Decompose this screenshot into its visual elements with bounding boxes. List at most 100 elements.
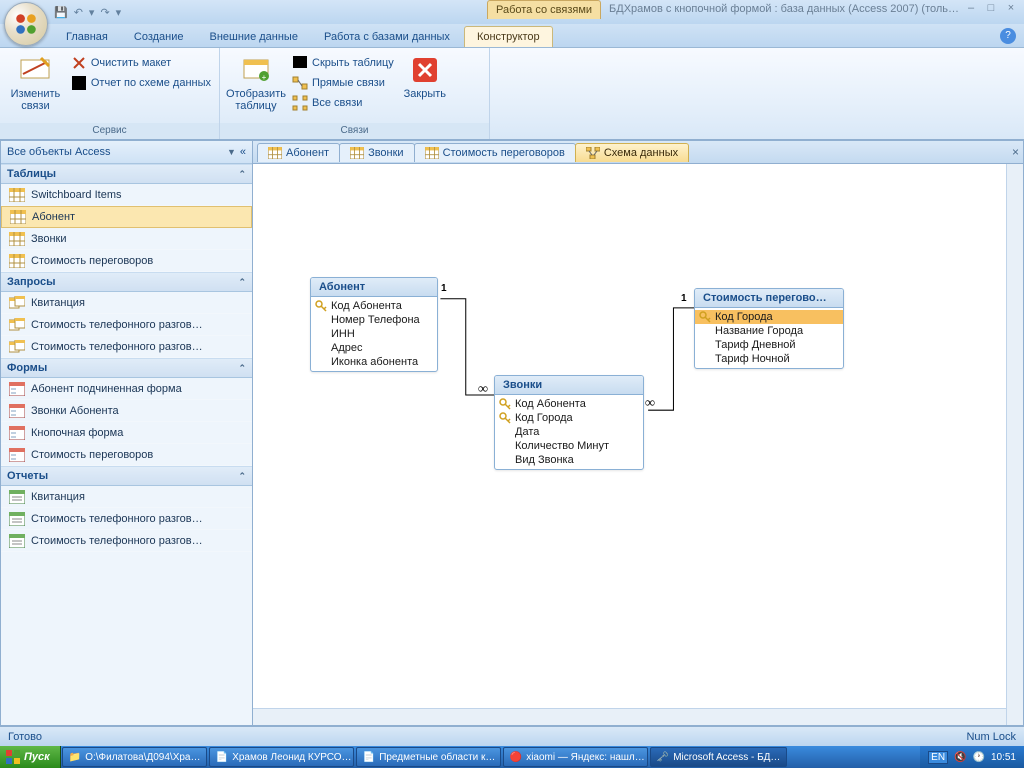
taskbar-item[interactable]: 📁O:\Филатова\Д094\Хра… <box>62 747 207 767</box>
nav-item[interactable]: Стоимость телефонного разгов… <box>1 530 252 552</box>
document-tabs: АбонентЗвонкиСтоимость переговоровСхема … <box>253 141 1023 164</box>
nav-cat-queries[interactable]: Запросы⌃ <box>1 272 252 292</box>
nav-item[interactable]: Квитанция <box>1 292 252 314</box>
entity-abonent[interactable]: Абонент Код АбонентаНомер ТелефонаИННАдр… <box>310 277 438 372</box>
field-row[interactable]: Код Города <box>695 310 843 324</box>
entity-stoimost[interactable]: Стоимость перегово… Код ГородаНазвание Г… <box>694 288 844 369</box>
ribbon-group-service: Изменить связи Очистить макет Отчет по с… <box>0 48 220 139</box>
relationships-canvas[interactable]: 1 ∞ ∞ 1 Абонент Код АбонентаНомер Телефо… <box>253 164 1023 725</box>
nav-item[interactable]: Стоимость телефонного разгов… <box>1 336 252 358</box>
nav-item[interactable]: Квитанция <box>1 486 252 508</box>
taskbar-item[interactable]: 🔴xiaomi — Яндекс: нашл… <box>503 747 648 767</box>
status-numlock: Num Lock <box>966 731 1016 743</box>
chevron-down-icon[interactable]: ▼ <box>227 147 236 157</box>
doc-tab[interactable]: Схема данных <box>575 143 689 162</box>
field-row[interactable]: Код Абонента <box>495 397 643 411</box>
tab-external[interactable]: Внешние данные <box>198 27 310 47</box>
field-row[interactable]: ИНН <box>311 327 437 341</box>
tray-icon[interactable]: 🕐 <box>973 752 985 763</box>
taskbar: Пуск 📁O:\Филатова\Д094\Хра…📄Храмов Леони… <box>0 746 1024 768</box>
close-button[interactable]: × <box>1002 2 1020 16</box>
taskbar-item[interactable]: 🗝️Microsoft Access - БД… <box>650 747 788 767</box>
start-button[interactable]: Пуск <box>0 746 61 768</box>
show-table-button[interactable]: + Отобразить таблицу <box>226 52 286 112</box>
tab-home[interactable]: Главная <box>54 27 120 47</box>
hide-table-button[interactable]: Скрыть таблицу <box>290 54 396 72</box>
vertical-scrollbar[interactable] <box>1006 164 1023 725</box>
direct-relations-button[interactable]: Прямые связи <box>290 74 396 92</box>
window-title: БДХрамов с кнопочной формой : база данны… <box>609 0 959 19</box>
nav-item[interactable]: Абонент <box>1 206 252 228</box>
taskbar-item[interactable]: 📄Храмов Леонид КУРСО… <box>209 747 354 767</box>
context-tab-group: Работа со связями БДХрамов с кнопочной ф… <box>487 0 959 19</box>
nav-cat-tables[interactable]: Таблицы⌃ <box>1 164 252 184</box>
edit-relationships-button[interactable]: Изменить связи <box>6 52 65 112</box>
lang-indicator[interactable]: EN <box>928 751 948 764</box>
group-label: Связи <box>220 123 489 139</box>
status-text: Готово <box>8 731 42 743</box>
field-row[interactable]: Дата <box>495 425 643 439</box>
close-button-ribbon[interactable]: Закрыть <box>400 52 450 100</box>
system-tray[interactable]: EN 🔇 🕐 10:51 <box>920 746 1024 768</box>
taskbar-item[interactable]: 📄Предметные области к… <box>356 747 501 767</box>
nav-cat-forms[interactable]: Формы⌃ <box>1 358 252 378</box>
rel-one: 1 <box>441 283 447 294</box>
all-relations-button[interactable]: Все связи <box>290 94 396 112</box>
field-row[interactable]: Тариф Ночной <box>695 352 843 366</box>
nav-header[interactable]: Все объекты Access ▼« <box>1 141 252 164</box>
status-bar: Готово Num Lock <box>0 726 1024 746</box>
field-row[interactable]: Адрес <box>311 341 437 355</box>
nav-item[interactable]: Звонки Абонента <box>1 400 252 422</box>
entity-title: Звонки <box>495 376 643 395</box>
qat-sep: ▾ <box>89 6 95 19</box>
tab-design[interactable]: Конструктор <box>464 26 553 47</box>
collapse-icon[interactable]: « <box>240 146 246 158</box>
field-row[interactable]: Код Города <box>495 411 643 425</box>
nav-item[interactable]: Стоимость телефонного разгов… <box>1 508 252 530</box>
restore-button[interactable]: □ <box>982 2 1000 16</box>
document-area: АбонентЗвонкиСтоимость переговоровСхема … <box>253 140 1024 726</box>
field-row[interactable]: Вид Звонка <box>495 453 643 467</box>
qat-sep2: ▾ <box>116 6 122 19</box>
group-label: Сервис <box>0 123 219 139</box>
window-buttons: – □ × <box>962 2 1020 16</box>
entity-zvonki[interactable]: Звонки Код АбонентаКод ГородаДатаКоличес… <box>494 375 644 470</box>
tab-dbtools[interactable]: Работа с базами данных <box>312 27 462 47</box>
doc-tab[interactable]: Стоимость переговоров <box>414 143 576 162</box>
ribbon: Изменить связи Очистить макет Отчет по с… <box>0 48 1024 140</box>
minimize-button[interactable]: – <box>962 2 980 16</box>
field-row[interactable]: Количество Минут <box>495 439 643 453</box>
rel-many: ∞ <box>478 382 488 398</box>
horizontal-scrollbar[interactable] <box>253 708 1006 725</box>
field-row[interactable]: Название Города <box>695 324 843 338</box>
nav-item[interactable]: Стоимость переговоров <box>1 444 252 466</box>
qat-undo-icon[interactable]: ↶ <box>74 6 83 19</box>
nav-item[interactable]: Стоимость телефонного разгов… <box>1 314 252 336</box>
entity-title: Абонент <box>311 278 437 297</box>
content-area: Все объекты Access ▼« Таблицы⌃ Switchboa… <box>0 140 1024 726</box>
nav-item[interactable]: Абонент подчиненная форма <box>1 378 252 400</box>
tray-icon[interactable]: 🔇 <box>954 752 966 763</box>
qat-redo-icon[interactable]: ↷ <box>100 6 109 19</box>
tab-create[interactable]: Создание <box>122 27 196 47</box>
clear-layout-button[interactable]: Очистить макет <box>69 54 213 72</box>
nav-cat-reports[interactable]: Отчеты⌃ <box>1 466 252 486</box>
field-row[interactable]: Тариф Дневной <box>695 338 843 352</box>
doc-tab[interactable]: Абонент <box>257 143 340 162</box>
field-row[interactable]: Код Абонента <box>311 299 437 313</box>
qat-save-icon[interactable]: 💾 <box>54 6 68 19</box>
doc-tab[interactable]: Звонки <box>339 143 415 162</box>
relationship-report-button[interactable]: Отчет по схеме данных <box>69 74 213 92</box>
office-button[interactable] <box>4 2 48 46</box>
context-title: Работа со связями <box>487 0 601 19</box>
field-row[interactable]: Иконка абонента <box>311 355 437 369</box>
doc-close-button[interactable]: × <box>1012 145 1019 159</box>
clock[interactable]: 10:51 <box>991 752 1016 763</box>
nav-item[interactable]: Звонки <box>1 228 252 250</box>
nav-item[interactable]: Стоимость переговоров <box>1 250 252 272</box>
svg-text:+: + <box>262 73 267 82</box>
nav-item[interactable]: Кнопочная форма <box>1 422 252 444</box>
help-button[interactable]: ? <box>1000 28 1016 44</box>
nav-item[interactable]: Switchboard Items <box>1 184 252 206</box>
field-row[interactable]: Номер Телефона <box>311 313 437 327</box>
